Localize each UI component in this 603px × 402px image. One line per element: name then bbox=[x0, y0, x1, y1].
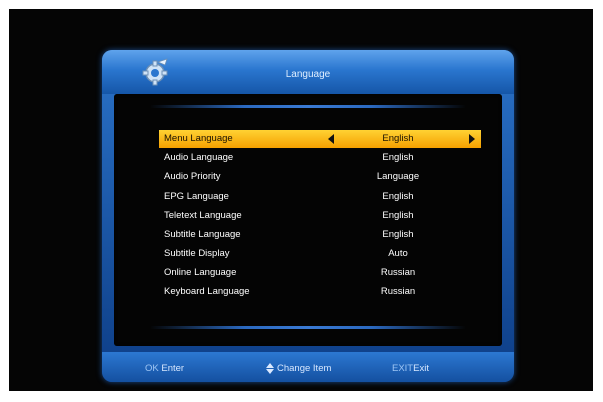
setting-value: Russian bbox=[380, 267, 416, 278]
arrow-left-icon[interactable] bbox=[328, 134, 334, 144]
setting-row-subtitle-language[interactable]: Subtitle Language English bbox=[159, 226, 481, 244]
setting-label: EPG Language bbox=[164, 191, 229, 202]
setting-value: Russian bbox=[380, 286, 416, 297]
setting-value: Language bbox=[376, 171, 420, 182]
setting-label: Teletext Language bbox=[164, 210, 242, 221]
setting-value: English bbox=[382, 152, 414, 163]
menu-header: Language bbox=[102, 50, 514, 94]
setting-row-teletext-language[interactable]: Teletext Language English bbox=[159, 207, 481, 225]
setting-row-epg-language[interactable]: EPG Language English bbox=[159, 188, 481, 206]
tv-screen: Language Menu Language English Audio Lan… bbox=[9, 9, 593, 391]
exit-key-label: EXIT bbox=[392, 363, 414, 374]
settings-list: Menu Language English Audio Language Eng… bbox=[114, 94, 502, 346]
change-item-label: Change Item bbox=[277, 363, 332, 375]
ok-key-label: OK bbox=[145, 363, 159, 374]
exit-label: Exit bbox=[413, 363, 429, 374]
setting-value: English bbox=[382, 229, 414, 240]
change-item-hint: Change Item bbox=[266, 363, 331, 374]
setting-label: Subtitle Display bbox=[164, 248, 230, 259]
page-title: Language bbox=[285, 69, 331, 80]
bottom-divider bbox=[150, 326, 466, 329]
setting-row-menu-language[interactable]: Menu Language English bbox=[159, 130, 481, 148]
setting-value: Auto bbox=[388, 248, 408, 259]
setting-row-audio-language[interactable]: Audio Language English bbox=[159, 149, 481, 167]
enter-label: Enter bbox=[161, 363, 185, 374]
setting-value: English bbox=[382, 133, 414, 144]
ok-enter-hint: OK Enter bbox=[145, 363, 184, 374]
setting-label: Audio Priority bbox=[164, 171, 221, 182]
setting-label: Audio Language bbox=[164, 152, 234, 163]
setting-label: Subtitle Language bbox=[164, 229, 241, 240]
setting-row-subtitle-display[interactable]: Subtitle Display Auto bbox=[159, 245, 481, 263]
setting-label: Keyboard Language bbox=[164, 286, 250, 297]
setting-row-keyboard-language[interactable]: Keyboard Language Russian bbox=[159, 283, 481, 301]
setting-label: Online Language bbox=[164, 267, 237, 278]
language-menu-panel: Language Menu Language English Audio Lan… bbox=[102, 50, 514, 382]
arrow-right-icon[interactable] bbox=[469, 134, 475, 144]
setting-row-audio-priority[interactable]: Audio Priority Language bbox=[159, 168, 481, 186]
setting-row-online-language[interactable]: Online Language Russian bbox=[159, 264, 481, 282]
exit-hint: EXITExit bbox=[392, 363, 429, 374]
up-down-arrow-icon bbox=[266, 363, 275, 374]
setting-value: English bbox=[382, 191, 414, 202]
setting-value: English bbox=[382, 210, 414, 221]
help-bar: OK Enter Change Item EXITExit bbox=[102, 352, 514, 382]
top-divider bbox=[150, 105, 466, 108]
setting-label: Menu Language bbox=[164, 133, 233, 144]
